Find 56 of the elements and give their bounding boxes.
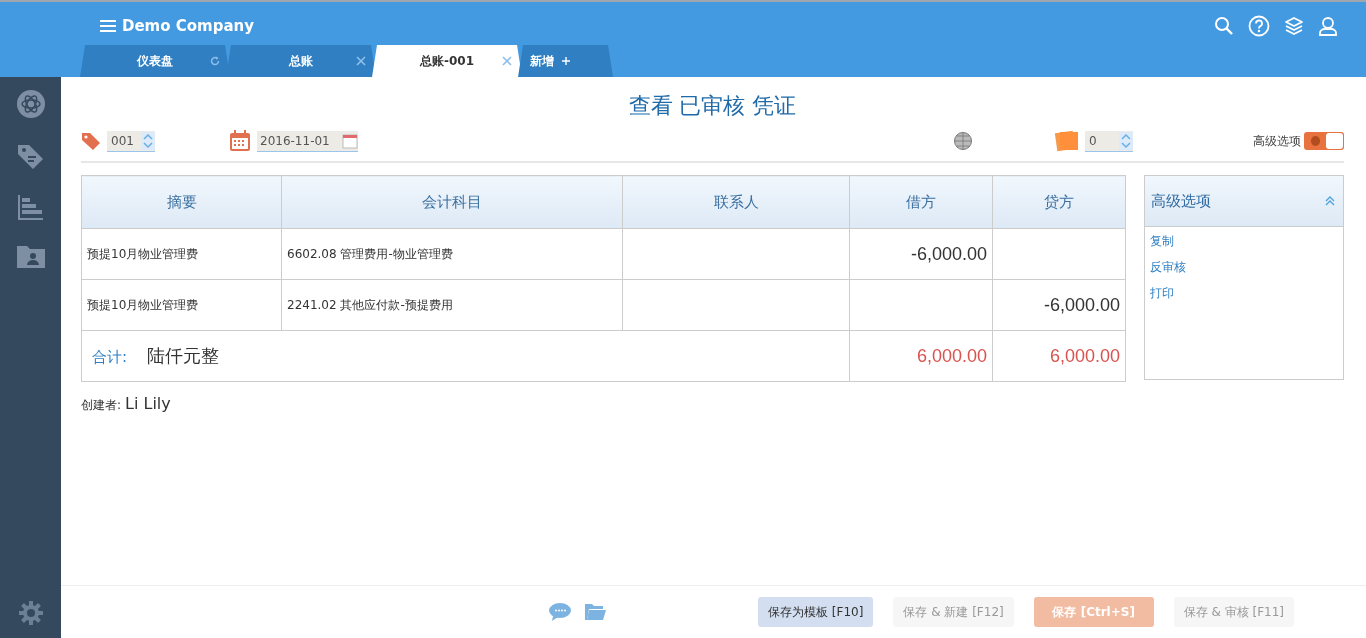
table-cell: 6,000.00: [849, 330, 993, 382]
panel-link[interactable]: 反审核: [1150, 259, 1186, 276]
tab[interactable]: 总账: [226, 45, 376, 77]
column-header: 联系人: [622, 175, 850, 229]
table-cell: -6,000.00: [849, 228, 993, 280]
close-icon[interactable]: [356, 56, 366, 66]
panel-title: 高级选项: [1151, 191, 1211, 211]
panel-link[interactable]: 打印: [1150, 285, 1174, 302]
layers-icon[interactable]: [1284, 16, 1304, 36]
calendar-icon: [229, 130, 251, 152]
date-field[interactable]: 2016-11-01: [257, 130, 358, 152]
table-cell: 预提10月物业管理费: [81, 279, 282, 331]
creator-name: Li Lily: [125, 394, 171, 413]
collapse-icon[interactable]: [1325, 196, 1335, 206]
table-cell: 2241.02 其他应付款-预提费用: [281, 279, 623, 331]
amount-in-words: 陆仟元整: [147, 345, 220, 366]
creator-label: 创建者:: [81, 397, 122, 414]
tab[interactable]: 总账-001: [372, 45, 522, 77]
action-button[interactable]: 保存为模板 [F10]: [758, 597, 874, 627]
column-header: 贷方: [992, 175, 1126, 229]
chat-icon[interactable]: [548, 602, 572, 622]
column-header: 借方: [849, 175, 993, 229]
settings-icon[interactable]: [17, 600, 44, 626]
folder-user-icon[interactable]: [15, 243, 46, 269]
attachments-field[interactable]: 0: [1085, 130, 1133, 152]
spinner-icon[interactable]: [1119, 131, 1133, 150]
advanced-options-toggle[interactable]: [1304, 132, 1344, 150]
company-name[interactable]: Demo Company: [122, 17, 255, 35]
menu-icon[interactable]: [100, 19, 116, 33]
atom-icon[interactable]: [15, 89, 46, 119]
add-icon[interactable]: [562, 57, 570, 65]
column-header: 摘要: [81, 175, 282, 229]
close-icon[interactable]: [502, 56, 512, 66]
folder-icon[interactable]: [584, 603, 606, 621]
refresh-icon[interactable]: [210, 56, 220, 66]
table-cell: 6,000.00: [992, 330, 1126, 382]
panel-link[interactable]: 复制: [1150, 233, 1174, 250]
calendar-icon[interactable]: [341, 132, 358, 149]
page-title: 查看 已审核 凭证: [627, 92, 798, 120]
advanced-options-label: 高级选项: [1253, 132, 1301, 150]
table-cell: 6602.08 管理费用-物业管理费: [281, 228, 623, 280]
column-header: 会计科目: [281, 175, 623, 229]
user-icon[interactable]: [1318, 16, 1338, 36]
number-field[interactable]: 001: [107, 130, 155, 152]
tag-icon: [81, 131, 101, 151]
globe-icon[interactable]: [953, 131, 973, 151]
search-icon[interactable]: [1214, 16, 1234, 36]
total-label: 合计:: [92, 348, 128, 366]
table-cell: 预提10月物业管理费: [81, 228, 282, 280]
tab[interactable]: 仪表盘: [80, 45, 230, 77]
tab[interactable]: 新增: [518, 45, 613, 77]
spinner-icon[interactable]: [141, 131, 155, 150]
help-icon[interactable]: [1248, 15, 1270, 37]
bar-chart-icon[interactable]: [16, 193, 45, 221]
table-cell: -6,000.00: [992, 279, 1126, 331]
notes-icon: [1055, 129, 1079, 153]
